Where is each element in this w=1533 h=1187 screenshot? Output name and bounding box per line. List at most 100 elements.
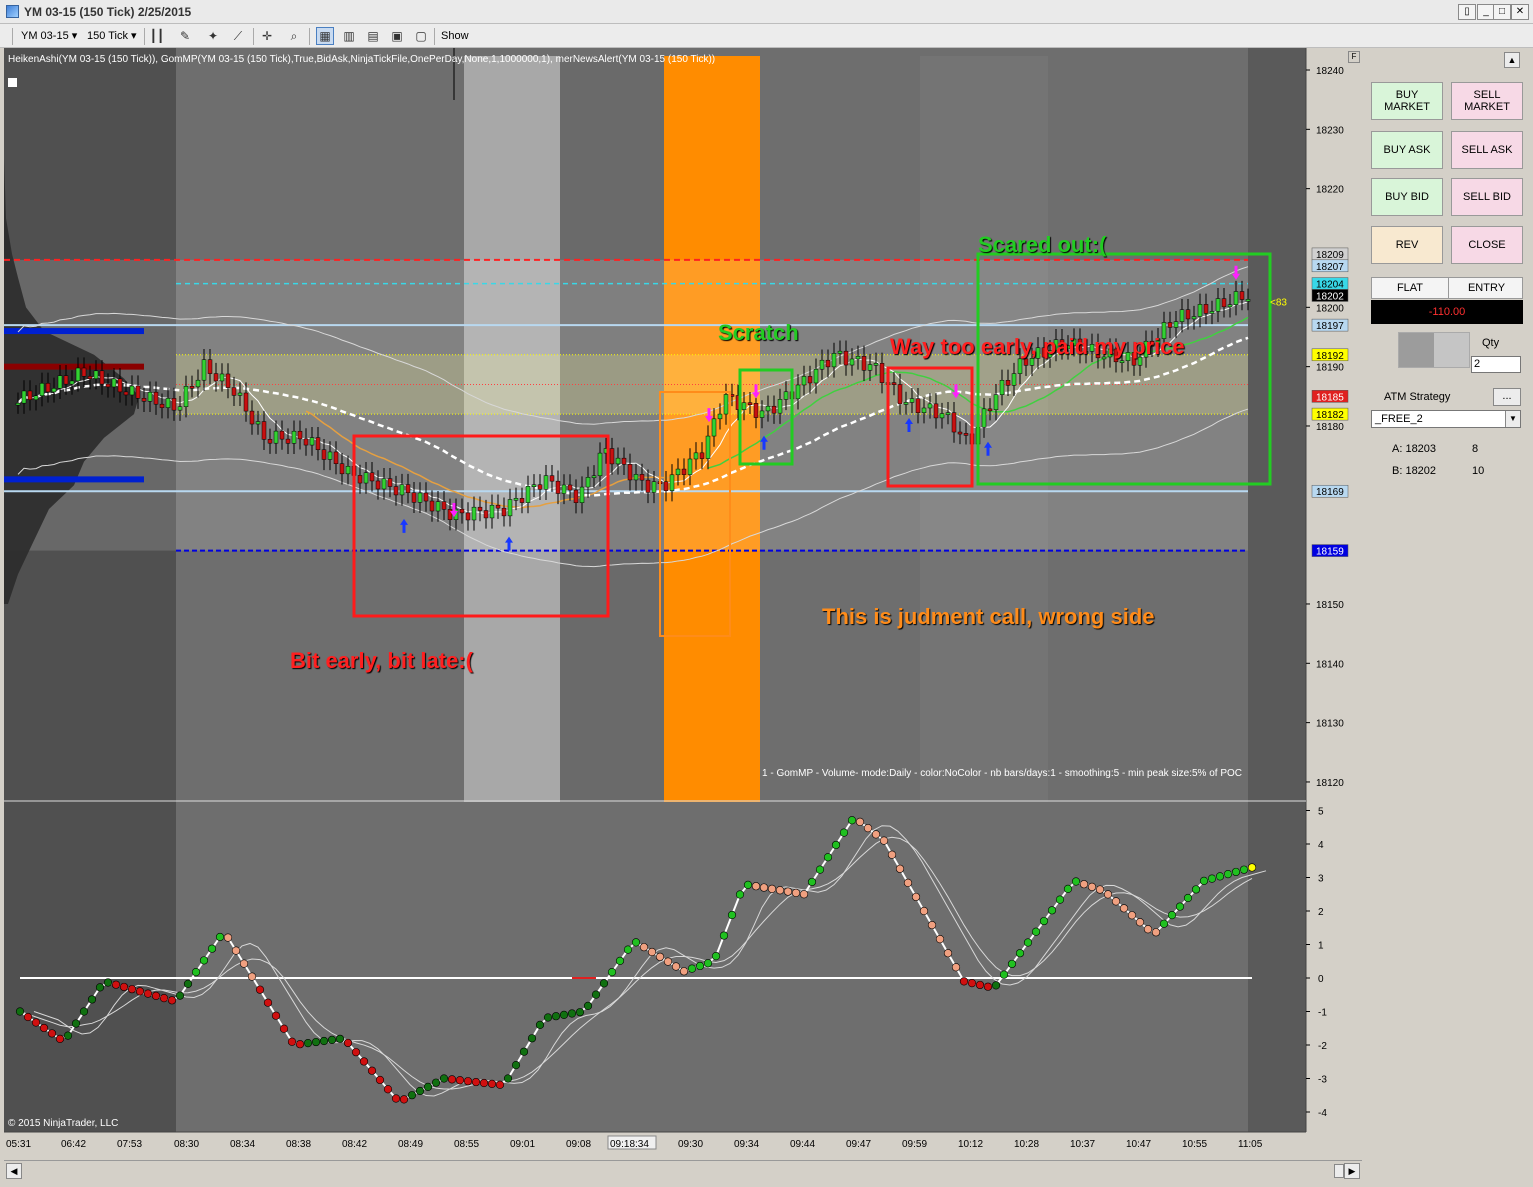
candle-down [405,484,411,493]
zoom-icon[interactable]: ⌕ [285,27,303,45]
strategies-icon[interactable]: ▤ [364,27,382,45]
osc-dot [583,1001,593,1010]
chart-marker-square [8,78,17,87]
show-menu[interactable]: Show [438,28,472,45]
osc-dot [695,961,705,971]
pencil-icon[interactable]: ✎ [176,27,194,45]
buy-ask-button[interactable]: BUY ASK [1371,131,1443,169]
candle-down [159,403,165,408]
sell-bid-button[interactable]: SELL BID [1451,178,1523,216]
ask-size: 8 [1472,443,1479,455]
osc-dot [1247,863,1257,872]
candle-up [1197,304,1203,317]
candle-up [1179,309,1185,322]
toolbar-separator [12,28,13,45]
data-box-icon[interactable]: ▢ [412,27,430,45]
instrument-selector[interactable]: YM 03-15 ▾ [18,28,80,45]
atm-strategy-value: _FREE_2 [1375,413,1423,425]
candle-up [741,402,747,410]
qty-preset-swatch[interactable] [1398,332,1470,368]
qty-input[interactable]: 2 [1471,356,1521,373]
osc-dot [1079,880,1089,889]
osc-dot [1175,902,1185,911]
bar-style-icon[interactable]: ┃┃ [148,27,166,45]
session-band-dark [1248,48,1306,802]
candle-up [273,430,279,444]
osc-dot [79,1007,89,1016]
toolbar-separator [253,28,254,45]
osc-dot [751,882,761,891]
candle-up [561,484,567,494]
sell-market-button[interactable]: SELL MARKET [1451,82,1523,120]
candle-up [783,391,789,400]
candle-down [261,421,267,440]
chart-trader-icon[interactable]: ▦ [316,27,334,45]
osc-dot [1023,938,1033,947]
candle-up [417,492,423,503]
candle-up [855,356,861,360]
candle-up [1209,311,1215,314]
time-tick-label: 09:08 [566,1139,591,1150]
osc-dot [623,945,633,954]
osc-dot [1095,885,1105,894]
time-tick-label: 08:55 [454,1139,479,1150]
candle-down [423,492,429,502]
osc-dot [799,890,809,899]
osc-dot [1103,890,1113,899]
candle-up [183,386,189,407]
osc-dot [551,1012,561,1021]
oscillator-panel[interactable]: 5 4 3 2 1 0 -1 -2 -3 -4 05:31 06:42 07:53 08:30 08:34 0… [4,802,1362,1160]
indicators-icon[interactable]: ▥ [340,27,358,45]
candle-up [921,407,927,413]
panel-scroll-up-button[interactable]: ▲ [1504,52,1520,68]
fullscreen-button[interactable]: F [1348,51,1360,63]
reverse-button[interactable]: REV [1371,226,1443,264]
crosshair-icon[interactable]: ✛ [258,27,276,45]
scroll-thumb[interactable] [1334,1164,1344,1178]
osc-dot [55,1034,65,1044]
osc-dot [743,880,753,889]
annotation-bit-early: Bit early, bit late:( [290,648,473,673]
buy-market-button[interactable]: BUY MARKET [1371,82,1443,120]
toolbar-separator [144,28,145,45]
close-window-button[interactable]: ✕ [1511,4,1529,20]
atm-strategy-select[interactable]: _FREE_2 ▼ [1371,410,1521,428]
osc-dot [447,1075,457,1084]
pin-icon[interactable]: ⟋ [229,27,247,45]
osc-dot [239,959,249,968]
interval-selector[interactable]: 150 Tick ▾ [84,28,140,45]
price-tag-label: 18192 [1316,351,1344,362]
sell-ask-button[interactable]: SELL ASK [1451,131,1523,169]
price-tick-label: 18120 [1316,778,1344,789]
candle-up [531,484,537,487]
close-position-button[interactable]: CLOSE [1451,226,1523,264]
candle-down [567,484,573,491]
magic-wand-icon[interactable]: ✦ [204,27,222,45]
osc-dot [231,946,241,955]
price-tick-label: 18180 [1316,422,1344,433]
scroll-left-button[interactable]: ◀ [6,1163,22,1179]
osc-axis-background [1306,802,1362,1160]
candle-up [345,466,351,475]
osc-dot [391,1094,401,1103]
osc-dot [959,977,969,986]
properties-icon[interactable]: ▣ [388,27,406,45]
interval-label: 150 Tick [87,30,128,42]
osc-dot [903,878,913,887]
price-panel[interactable]: 18240 18230 18220 18200 18190 18180 18150 18140… [4,48,1362,802]
osc-dot [279,1024,289,1033]
restore-window-button[interactable]: ▯ [1458,4,1476,20]
chart-scrollbar[interactable]: ◀ ▶ [4,1160,1362,1180]
scroll-right-button[interactable]: ▶ [1344,1163,1360,1179]
osc-dot [967,979,977,988]
annotation-scratch: Scratch [718,320,799,345]
osc-dot [47,1029,57,1038]
atm-strategy-options-button[interactable]: ... [1493,388,1521,406]
chart-area[interactable]: 18240 18230 18220 18200 18190 18180 18150 18140… [4,48,1362,1160]
maximize-button[interactable]: □ [1493,4,1511,20]
candle-up [75,367,81,382]
osc-dot [1135,918,1145,927]
buy-bid-button[interactable]: BUY BID [1371,178,1443,216]
candle-down [243,392,249,412]
candle-down [285,438,291,444]
